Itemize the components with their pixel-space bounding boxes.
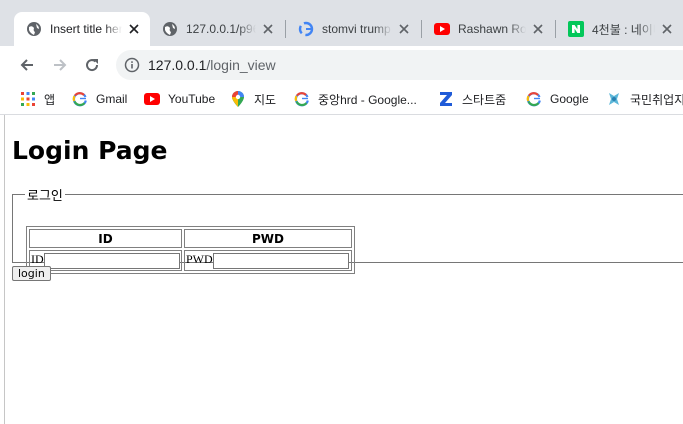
bookmark-startzoom[interactable]: 스타트줌 [438,89,506,109]
reload-icon [86,59,99,72]
login-table: ID PWD ID PWD [26,226,355,274]
close-tab-icon[interactable] [126,21,142,37]
google-icon [72,91,88,107]
startzoom-icon [438,91,454,107]
address-bar[interactable]: 127.0.0.1/login_view [116,50,683,80]
bookmark-employment[interactable]: 국민취업지 [606,89,683,109]
page-left-border [4,115,5,424]
globe-icon [162,21,178,37]
tab-strip: Insert title here 127.0.0.1/p96 stomvi t… [0,0,683,46]
tab-title: Rashawn Ros [458,22,526,36]
url-path: /login_view [206,57,276,73]
close-tab-icon[interactable] [530,21,546,37]
login-legend: 로그인 [27,189,63,204]
id-cell: ID [29,250,182,271]
tab-title: 127.0.0.1/p96 [186,22,256,36]
pwd-input[interactable] [212,252,349,269]
reload-button[interactable] [78,51,106,79]
back-button[interactable] [13,51,41,79]
page-content: Login Page 로그인 ID PWD ID PWD login [0,115,683,424]
tab-p96[interactable]: 127.0.0.1/p96 [150,12,284,46]
tab-title: 4천불 : 네이버 [592,22,655,37]
browser-toolbar: 127.0.0.1/login_view [0,46,683,84]
bookmarks-bar: 앱 Gmail YouTube 지도 중앙hrd - Google... 스타트… [0,84,683,115]
google-icon [298,21,314,37]
back-arrow-icon [20,59,33,71]
pwd-cell: PWD [184,250,352,271]
google-icon [294,91,310,107]
bookmark-joongang-hrd[interactable]: 중앙hrd - Google... [294,89,417,109]
url-host: 127.0.0.1 [148,57,207,73]
tab-title: stomvi trump [322,22,391,36]
table-header-row: ID PWD [29,229,352,248]
bookmark-label: 국민취업지 [630,92,683,107]
youtube-icon [434,21,450,37]
close-tab-icon[interactable] [260,21,276,37]
bookmark-label: Gmail [96,92,128,106]
bookmark-youtube[interactable]: YouTube [144,89,215,109]
employment-icon [606,91,622,107]
tab-rashawn[interactable]: Rashawn Ros [422,12,554,46]
page-title: Login Page [12,136,168,165]
bookmark-google[interactable]: Google [526,89,589,109]
header-id: ID [29,229,182,248]
header-pwd: PWD [184,229,352,248]
bookmark-label: 앱 [44,92,56,107]
forward-arrow-icon [54,59,67,71]
forward-button[interactable] [46,51,74,79]
tab-naver[interactable]: 4천불 : 네이버 [556,12,683,46]
bookmark-gmail[interactable]: Gmail [72,89,127,109]
pwd-label: PWD [186,252,213,267]
apps-grid-icon [20,91,36,107]
tab-title: Insert title here [50,22,122,36]
bookmark-label: YouTube [168,92,216,106]
table-row: ID PWD [29,250,352,271]
login-fieldset: 로그인 ID PWD ID PWD [12,185,683,274]
globe-icon [26,21,42,37]
id-label: ID [31,252,44,267]
tab-insert-title[interactable]: Insert title here [14,12,150,46]
url-text: 127.0.0.1/login_view [148,57,276,73]
close-tab-icon[interactable] [396,21,412,37]
tab-stomvi-trump[interactable]: stomvi trump [286,12,420,46]
google-icon [526,91,542,107]
bookmark-apps[interactable]: 앱 [20,89,55,109]
id-input[interactable] [43,252,180,269]
bookmark-label: Google [550,92,589,106]
bookmark-label: 스타트줌 [462,92,507,107]
youtube-icon [144,91,160,107]
maps-pin-icon [230,91,246,107]
close-tab-icon[interactable] [659,21,675,37]
site-info-icon[interactable] [124,57,140,73]
naver-icon [568,21,584,37]
bookmark-maps[interactable]: 지도 [230,89,276,109]
bookmark-label: 중앙hrd - Google... [318,92,417,107]
login-button[interactable]: login [12,266,51,281]
bookmark-label: 지도 [254,92,277,107]
